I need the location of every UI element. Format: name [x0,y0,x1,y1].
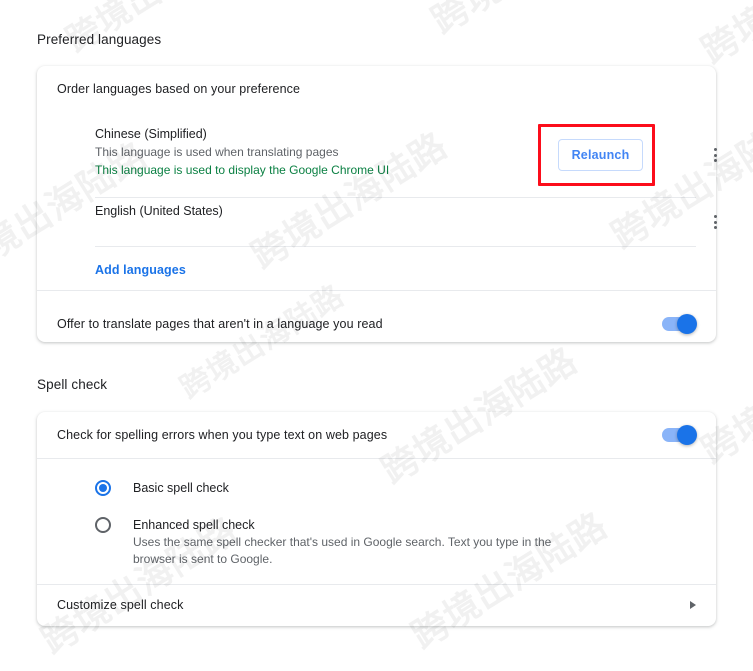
language-row-menu-chinese[interactable] [704,140,726,170]
language-name: English (United States) [95,204,223,218]
offer-translate-label: Offer to translate pages that aren't in … [57,317,383,331]
language-row-menu-english[interactable] [704,207,726,237]
basic-spell-check-label: Basic spell check [133,481,229,495]
preferred-languages-title: Preferred languages [37,32,162,47]
more-vert-icon-dot [713,159,717,162]
more-vert-icon-dot [713,148,717,151]
order-languages-label: Order languages based on your preference [57,82,301,96]
spell-check-toggle-row[interactable]: Check for spelling errors when you type … [37,412,716,458]
enhanced-spell-check-radio[interactable] [95,517,111,533]
watermark-text: 跨境出海陆路 [55,0,259,62]
offer-translate-toggle[interactable] [662,314,697,334]
basic-spell-check-option[interactable]: Basic spell check [37,479,716,497]
spell-check-title: Spell check [37,377,108,392]
more-vert-icon-dot [713,153,717,157]
basic-spell-check-radio[interactable] [95,480,111,496]
preferred-languages-card: Order languages based on your preference… [37,66,717,343]
enhanced-spell-check-description: Uses the same spell checker that's used … [133,535,552,566]
relaunch-button[interactable]: Relaunch [558,139,643,171]
language-row-english[interactable]: English (United States) [37,203,716,220]
add-languages-link[interactable]: Add languages [95,263,186,277]
watermark-text: 跨境出海陆路 [420,0,636,44]
divider-after-add-languages [37,290,716,291]
offer-translate-row[interactable]: Offer to translate pages that aren't in … [37,305,716,343]
spell-check-card: Check for spelling errors when you type … [37,412,716,626]
enhanced-spell-check-label: Enhanced spell check [133,518,255,532]
watermark-text: 跨境出海陆路 [690,0,753,74]
more-vert-icon-dot [713,226,717,229]
customize-spell-check-row[interactable]: Customize spell check [37,584,716,626]
customize-spell-check-label: Customize spell check [57,598,184,612]
more-vert-icon-dot [713,220,717,224]
toggle-knob [677,425,697,445]
spell-check-toggle[interactable] [662,425,697,445]
divider-after-english [95,246,696,247]
enhanced-spell-check-option[interactable]: Enhanced spell check Uses the same spell… [37,516,716,568]
divider-after-spell-toggle [37,458,716,459]
divider-after-chinese [95,197,696,198]
spell-check-toggle-label: Check for spelling errors when you type … [57,428,388,442]
toggle-knob [677,314,697,334]
more-vert-icon-dot [713,215,717,218]
chevron-right-icon [690,601,696,609]
